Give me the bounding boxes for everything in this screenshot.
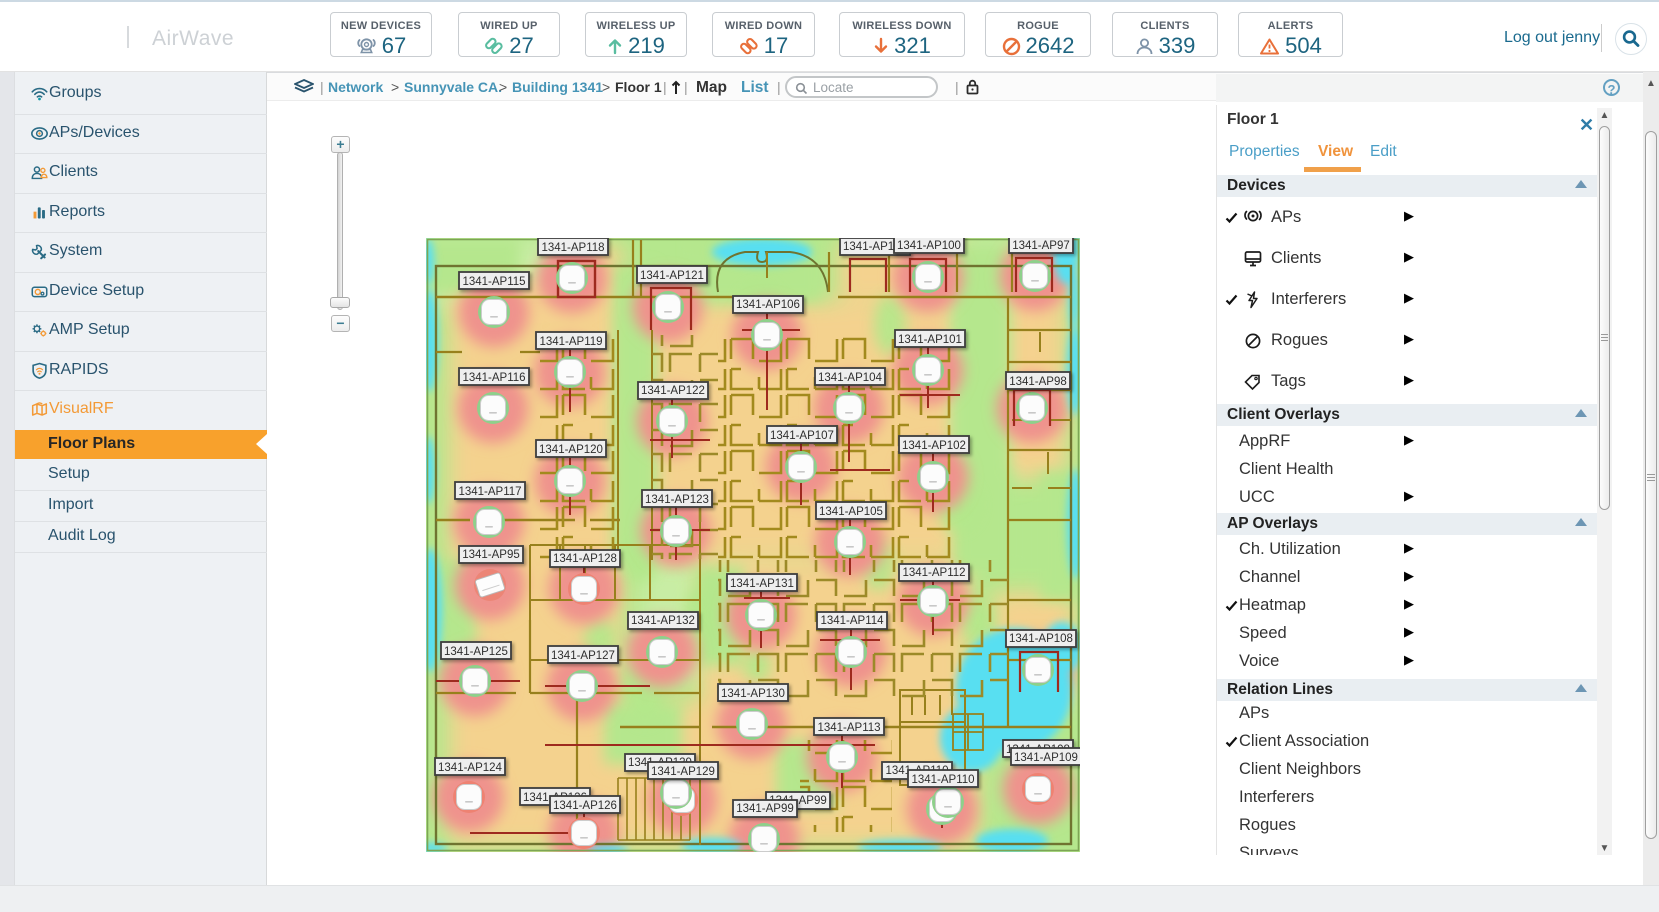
svg-text:1341-AP104: 1341-AP104 bbox=[818, 372, 883, 384]
svg-text:1341-AP122: 1341-AP122 bbox=[641, 385, 705, 397]
svg-text:1341-AP108: 1341-AP108 bbox=[1009, 633, 1073, 645]
svg-text:1341-AP120: 1341-AP120 bbox=[539, 444, 603, 456]
svg-text:1341-AP125: 1341-AP125 bbox=[444, 646, 508, 658]
svg-text:1341-AP119: 1341-AP119 bbox=[539, 336, 602, 348]
svg-text:1341-AP109: 1341-AP109 bbox=[1014, 752, 1078, 764]
svg-text:1341-AP117: 1341-AP117 bbox=[458, 486, 521, 498]
svg-text:1341-AP114: 1341-AP114 bbox=[820, 615, 884, 627]
svg-text:1341-AP128: 1341-AP128 bbox=[553, 553, 617, 565]
svg-text:1341-AP105: 1341-AP105 bbox=[819, 506, 883, 518]
svg-text:1341-AP113: 1341-AP113 bbox=[817, 722, 880, 734]
svg-text:1341-AP118: 1341-AP118 bbox=[541, 242, 604, 254]
svg-text:1341-AP100: 1341-AP100 bbox=[897, 240, 961, 252]
svg-text:1341-AP124: 1341-AP124 bbox=[438, 762, 503, 774]
svg-text:1341-AP101: 1341-AP101 bbox=[898, 334, 962, 346]
svg-text:1341-AP121: 1341-AP121 bbox=[640, 270, 704, 282]
svg-text:1341-AP129: 1341-AP129 bbox=[651, 766, 715, 778]
svg-text:1341-AP107: 1341-AP107 bbox=[770, 430, 834, 442]
svg-text:1341-AP130: 1341-AP130 bbox=[721, 688, 785, 700]
svg-text:1341-AP97: 1341-AP97 bbox=[1012, 240, 1070, 252]
svg-text:1341-AP95: 1341-AP95 bbox=[462, 549, 520, 561]
svg-text:1341-AP126: 1341-AP126 bbox=[553, 800, 617, 812]
svg-text:1341-AP98: 1341-AP98 bbox=[1009, 376, 1067, 388]
svg-text:1341-AP112: 1341-AP112 bbox=[902, 567, 965, 579]
svg-text:1341-AP123: 1341-AP123 bbox=[645, 494, 709, 506]
svg-text:1341-AP127: 1341-AP127 bbox=[551, 650, 615, 662]
svg-text:1341-AP110: 1341-AP110 bbox=[911, 774, 974, 786]
svg-text:1341-AP106: 1341-AP106 bbox=[736, 299, 800, 311]
svg-text:1341-AP115: 1341-AP115 bbox=[462, 276, 525, 288]
svg-text:1341-AP132: 1341-AP132 bbox=[631, 615, 695, 627]
svg-text:1341-AP99: 1341-AP99 bbox=[736, 803, 794, 815]
svg-text:1341-AP131: 1341-AP131 bbox=[730, 578, 794, 590]
svg-text:1341-AP116: 1341-AP116 bbox=[462, 372, 525, 384]
svg-text:1341-AP102: 1341-AP102 bbox=[902, 440, 966, 452]
